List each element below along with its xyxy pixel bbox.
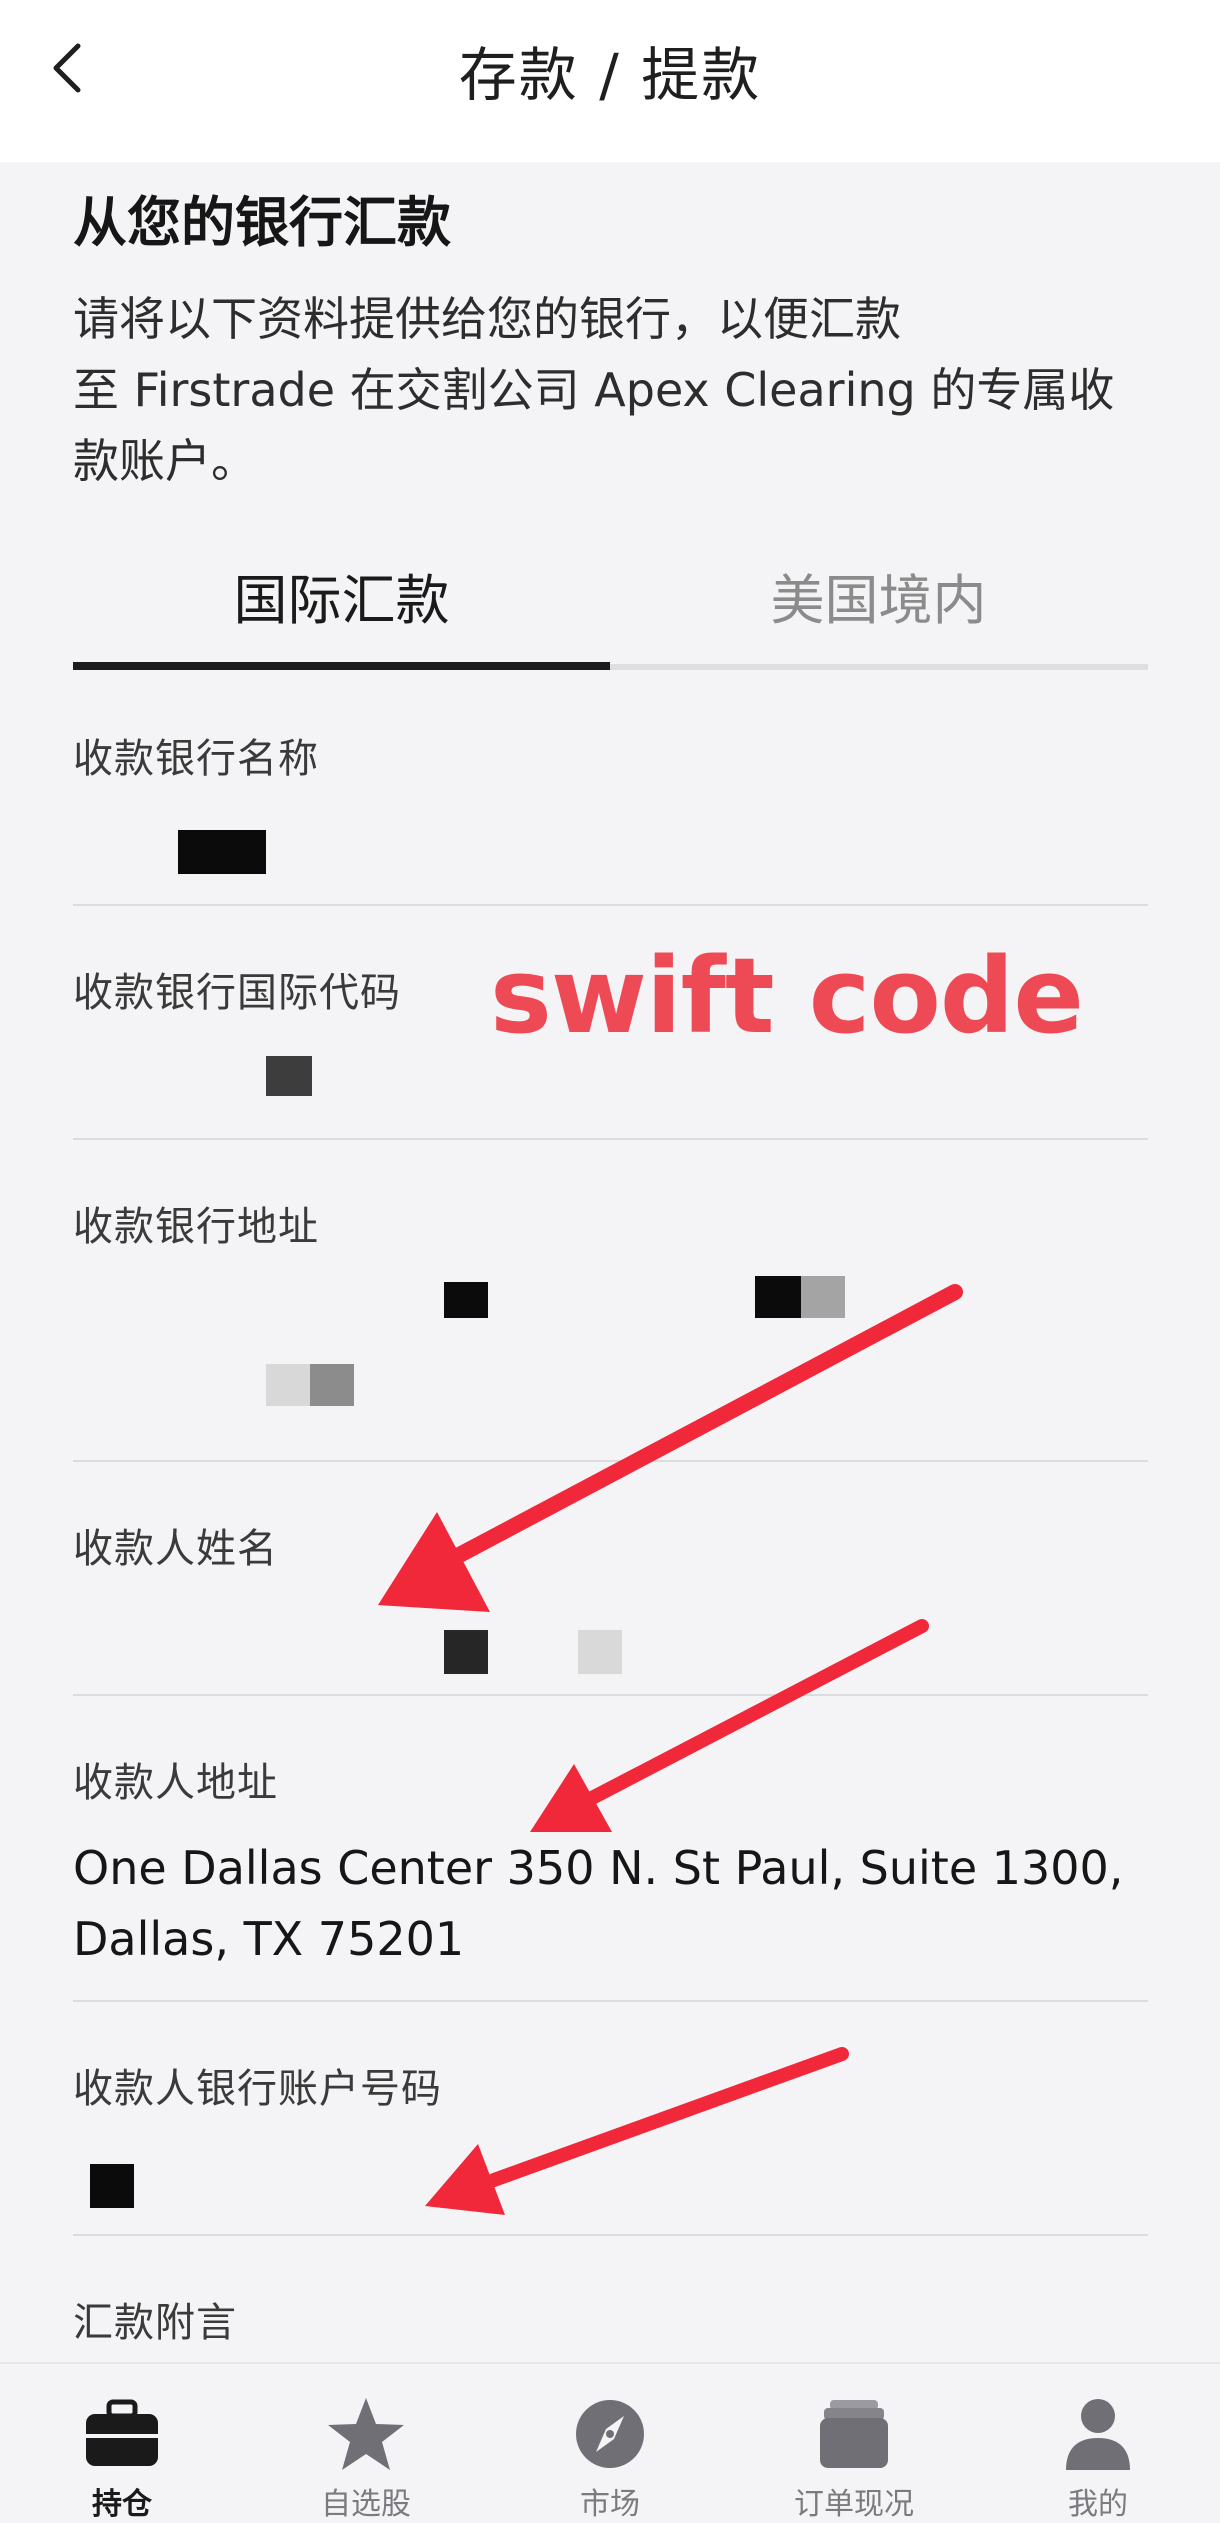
field-divider [73,2234,1148,2236]
intro-line: 至 Firstrade 在交割公司 Apex Clearing 的专属收 [73,363,1115,417]
redacted-bank-address [310,1364,354,1406]
address-line: One Dallas Center 350 N. St Paul, Suite … [73,1841,1124,1895]
field-divider [73,904,1148,906]
tabbar-label: 订单现况 [794,2487,914,2522]
beneficiary-name-label: 收款人姓名 [73,1526,278,1572]
tabbar-label: 自选股 [321,2487,411,2522]
redacted-beneficiary-name [578,1630,622,1674]
swift-code-annotation: swift code [490,935,1084,1057]
address-line: Dallas, TX 75201 [73,1912,465,1966]
user-icon [1066,2399,1130,2470]
redacted-bank-address [444,1282,488,1318]
briefcase-icon [86,2399,158,2466]
page-title: 存款 / 提款 [458,41,762,109]
bank-name-label: 收款银行名称 [73,736,319,782]
tabbar-label: 持仓 [92,2487,152,2522]
tab-active-indicator [73,662,610,670]
tab-domestic[interactable]: 美国境内 [610,560,1147,660]
orders-stack-icon [820,2400,888,2468]
tabbar-label: 我的 [1068,2487,1128,2522]
redacted-bank-name [178,830,266,874]
tabbar-item-watchlist[interactable]: 自选股 [244,2364,488,2522]
swift-code-label: 收款银行国际代码 [73,970,401,1016]
account-number-label: 收款人银行账户号码 [73,2066,442,2112]
tab-international[interactable]: 国际汇款 [73,560,610,660]
transfer-type-tabs: 国际汇款 美国境内 [73,560,1148,672]
memo-label: 汇款附言 [73,2300,237,2346]
field-divider [73,1694,1148,1696]
redacted-beneficiary-name [444,1630,488,1674]
top-nav-bar: 存款 / 提款 [0,0,1220,162]
redacted-bank-address [266,1364,310,1406]
field-divider [73,2000,1148,2002]
intro-line: 请将以下资料提供给您的银行，以便汇款 [73,292,901,346]
tabbar-label: 市场 [580,2487,640,2522]
star-icon [328,2398,404,2470]
arrow-to-account-number [425,2047,849,2215]
intro-text: 请将以下资料提供给您的银行，以便汇款 至 Firstrade 在交割公司 Ape… [73,284,1133,497]
section-headline: 从您的银行汇款 [73,191,451,254]
redacted-bank-address [755,1276,801,1318]
field-divider [73,1460,1148,1462]
beneficiary-address-value: One Dallas Center 350 N. St Paul, Suite … [73,1833,1148,1975]
tabbar-item-me[interactable]: 我的 [976,2364,1220,2522]
tabbar-item-market[interactable]: 市场 [488,2364,732,2522]
redacted-bank-address [801,1276,845,1318]
redacted-swift-code [266,1056,312,1096]
field-divider [73,1138,1148,1140]
arrow-to-beneficiary-name [378,1284,963,1612]
bank-address-label: 收款银行地址 [73,1204,319,1250]
tabbar-item-orders[interactable]: 订单现况 [732,2364,976,2522]
tabbar-item-holdings[interactable]: 持仓 [0,2364,244,2522]
redacted-account-number [90,2164,134,2208]
bottom-tab-bar: 持仓 自选股 市场 订单现况 我的 [0,2362,1220,2522]
beneficiary-address-label: 收款人地址 [73,1760,278,1806]
compass-icon [576,2400,644,2468]
intro-line: 款账户。 [73,434,257,488]
